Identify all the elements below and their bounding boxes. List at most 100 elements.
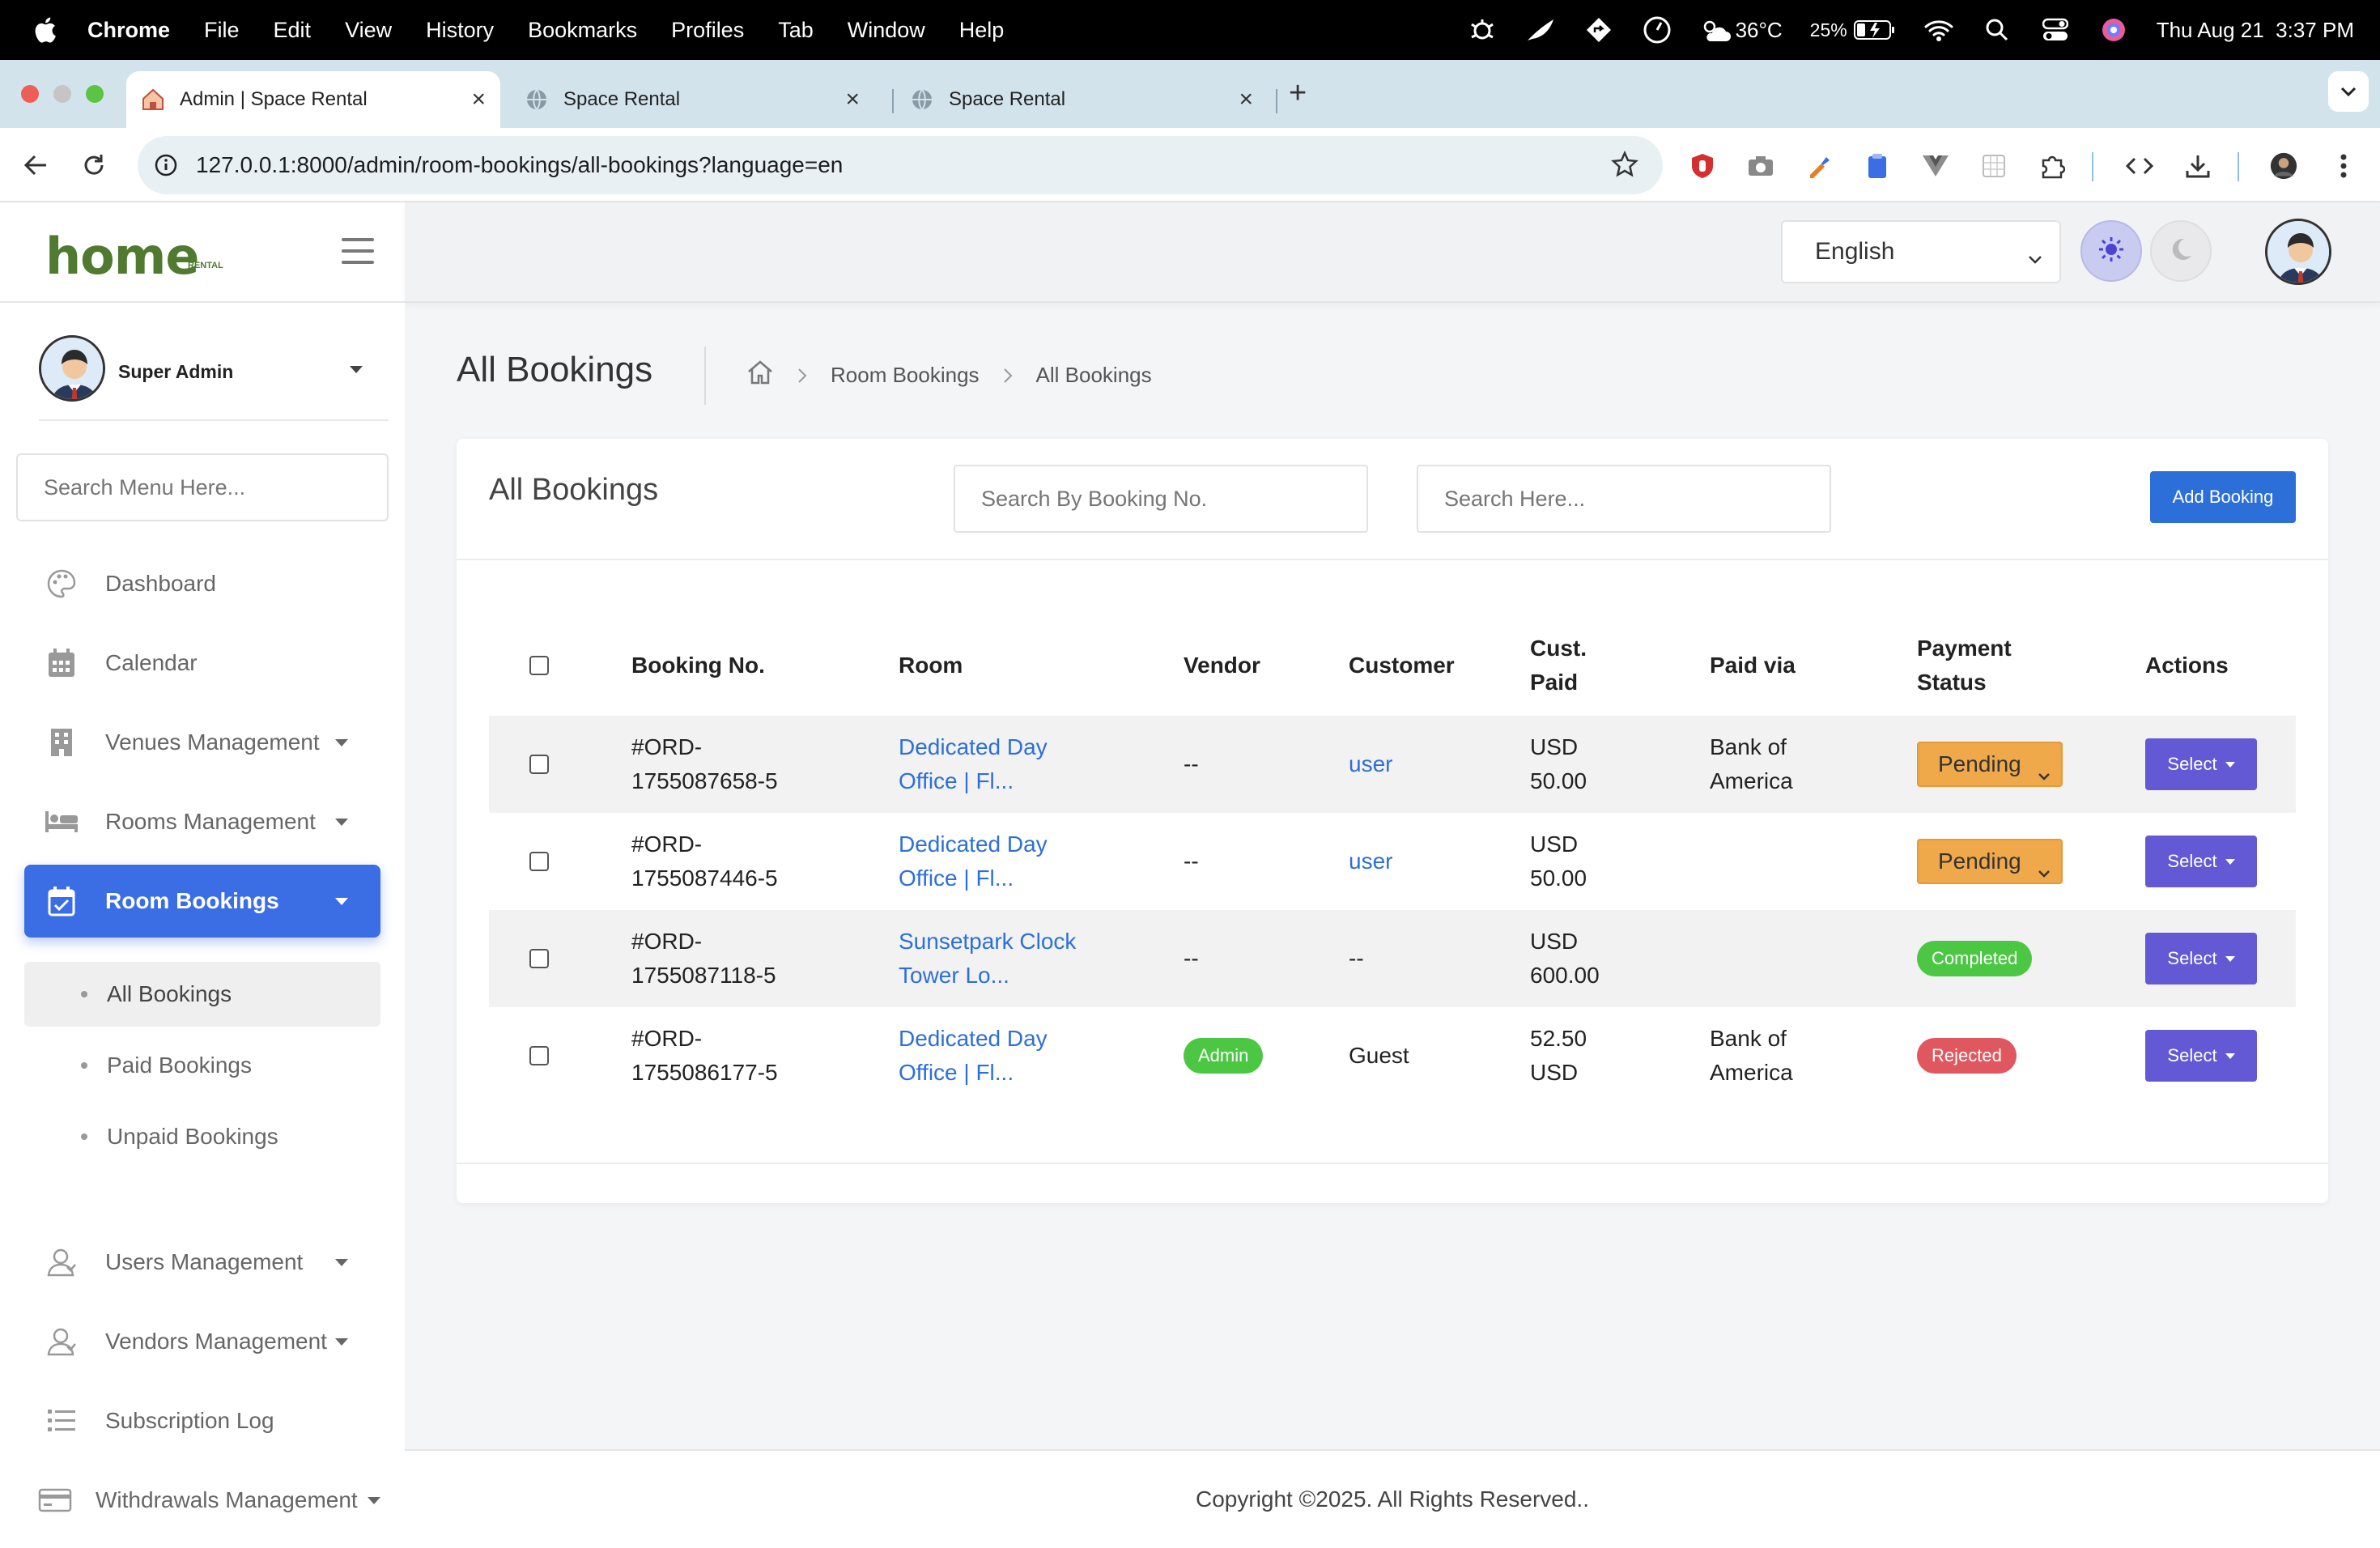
dark-mode-button[interactable] — [2150, 220, 2212, 282]
header-customer[interactable]: Customer — [1349, 615, 1455, 716]
menu-profiles[interactable]: Profiles — [671, 18, 744, 43]
window-minimize-button[interactable] — [53, 85, 71, 103]
directions-icon[interactable] — [1583, 15, 1614, 45]
payment-status-select[interactable]: Pending — [1917, 839, 2063, 884]
control-center-icon[interactable] — [2040, 15, 2071, 45]
select-all-checkbox[interactable] — [529, 656, 549, 675]
window-zoom-button[interactable] — [86, 85, 104, 103]
row-checkbox[interactable] — [529, 755, 549, 774]
sidebar-subitem-all-bookings[interactable]: All Bookings — [24, 962, 380, 1027]
cell-customer-link[interactable]: user — [1349, 813, 1392, 910]
header-booking-no[interactable]: Booking No. — [631, 615, 765, 716]
apple-icon[interactable] — [32, 16, 57, 44]
header-room[interactable]: Room — [899, 615, 963, 716]
sidebar-item-users[interactable]: Users Management — [24, 1226, 380, 1299]
site-info-icon[interactable] — [154, 153, 178, 177]
cell-customer-link[interactable]: user — [1349, 716, 1392, 813]
reload-icon[interactable] — [79, 151, 108, 180]
clipboard-icon[interactable] — [1864, 152, 1891, 180]
cell-room-link[interactable]: Dedicated Day Office | Fl... — [899, 716, 1077, 813]
menu-window[interactable]: Window — [848, 18, 925, 43]
back-arrow-icon[interactable] — [21, 151, 50, 180]
window-close-button[interactable] — [21, 85, 39, 103]
speedometer-icon[interactable] — [1642, 15, 1672, 45]
tab-close-icon[interactable]: × — [471, 86, 486, 113]
menu-view[interactable]: View — [345, 18, 392, 43]
sidebar-item-withdrawals[interactable]: Withdrawals Management — [24, 1464, 380, 1537]
tab-space-rental-2[interactable]: Space Rental × — [895, 71, 1268, 128]
battery-status[interactable]: 25% — [1810, 19, 1896, 41]
menu-tab[interactable]: Tab — [778, 18, 814, 43]
language-select[interactable]: English — [1781, 220, 2061, 283]
actions-select-button[interactable]: Select — [2145, 738, 2257, 790]
cell-room-link[interactable]: Dedicated Day Office | Fl... — [899, 1007, 1077, 1104]
grid-extension-icon[interactable] — [1980, 152, 2008, 180]
header-vendor[interactable]: Vendor — [1184, 615, 1260, 716]
header-cust-paid[interactable]: Cust. Paid — [1530, 615, 1595, 716]
sidebar-search-input[interactable] — [16, 453, 389, 521]
row-checkbox[interactable] — [529, 852, 549, 871]
menu-edit[interactable]: Edit — [274, 18, 312, 43]
puzzle-extensions-icon[interactable] — [2038, 152, 2066, 180]
actions-select-button[interactable]: Select — [2145, 1030, 2257, 1082]
light-mode-button[interactable] — [2080, 220, 2142, 282]
sidebar-item-room-bookings[interactable]: Room Bookings — [24, 865, 380, 938]
spotlight-search-icon[interactable] — [1982, 15, 2012, 45]
ublock-icon[interactable] — [1689, 152, 1716, 180]
sidebar-subitem-unpaid-bookings[interactable]: Unpaid Bookings — [24, 1104, 380, 1169]
menu-history[interactable]: History — [426, 18, 494, 43]
new-tab-icon[interactable]: + — [1289, 76, 1307, 111]
sidebar-item-subscription-log[interactable]: Subscription Log — [24, 1384, 380, 1457]
tab-close-icon[interactable]: × — [845, 86, 860, 113]
menu-app-name[interactable]: Chrome — [87, 18, 170, 43]
hamburger-menu-icon[interactable] — [342, 238, 374, 272]
actions-select-button[interactable]: Select — [2145, 933, 2257, 985]
caret-down-icon[interactable] — [350, 366, 363, 373]
chrome-menu-icon[interactable] — [2330, 152, 2357, 180]
cell-room-link[interactable]: Dedicated Day Office | Fl... — [899, 813, 1077, 910]
tab-close-icon[interactable]: × — [1239, 86, 1253, 113]
feather-icon[interactable] — [1525, 15, 1556, 45]
camera-icon[interactable] — [1747, 152, 1774, 180]
url-text[interactable]: 127.0.0.1:8000/admin/room-bookings/all-b… — [196, 152, 843, 178]
weather-widget[interactable]: 36°C — [1700, 18, 1783, 43]
vue-devtools-icon[interactable] — [1922, 152, 1949, 180]
search-input[interactable] — [1417, 465, 1831, 533]
address-bar[interactable]: 127.0.0.1:8000/admin/room-bookings/all-b… — [138, 136, 1663, 194]
payment-status-select[interactable]: Pending — [1917, 742, 2063, 787]
sidebar-item-venues[interactable]: Venues Management — [24, 706, 380, 779]
sidebar-item-dashboard[interactable]: Dashboard — [24, 547, 380, 620]
booking-number-search-input[interactable] — [954, 465, 1368, 533]
row-checkbox[interactable] — [529, 949, 549, 968]
siri-icon[interactable] — [2098, 15, 2129, 45]
brand-logo[interactable]: home — [45, 227, 199, 286]
code-icon[interactable] — [2126, 152, 2153, 180]
home-icon[interactable] — [746, 359, 774, 391]
menu-file[interactable]: File — [204, 18, 240, 43]
add-booking-button[interactable]: Add Booking — [2150, 471, 2296, 523]
actions-select-button[interactable]: Select — [2145, 836, 2257, 887]
breadcrumb-room-bookings[interactable]: Room Bookings — [831, 363, 980, 388]
sidebar-item-rooms[interactable]: Rooms Management — [24, 785, 380, 858]
sidebar-item-vendors[interactable]: Vendors Management — [24, 1305, 380, 1378]
download-icon[interactable] — [2184, 152, 2212, 180]
tab-search-icon[interactable] — [2328, 71, 2369, 112]
header-payment-status[interactable]: Payment Status — [1917, 615, 2022, 716]
sidebar-item-calendar[interactable]: Calendar — [24, 627, 380, 700]
bookmark-star-icon[interactable] — [1611, 150, 1638, 182]
color-picker-icon[interactable] — [1805, 152, 1833, 180]
menu-bookmarks[interactable]: Bookmarks — [528, 18, 637, 43]
row-checkbox[interactable] — [529, 1046, 549, 1065]
wifi-icon[interactable] — [1923, 15, 1954, 45]
tab-admin[interactable]: Admin | Space Rental × — [126, 71, 500, 128]
tab-space-rental-1[interactable]: Space Rental × — [510, 71, 874, 128]
bug-icon[interactable] — [1467, 15, 1498, 45]
profile-avatar-icon[interactable] — [2270, 152, 2297, 180]
clock[interactable]: Thu Aug 21 3:37 PM — [2157, 18, 2354, 43]
cell-room-link[interactable]: Sunsetpark Clock Tower Lo... — [899, 910, 1085, 1007]
sidebar-user[interactable]: Super Admin — [39, 335, 387, 405]
header-avatar[interactable] — [2265, 219, 2331, 285]
menu-help[interactable]: Help — [959, 18, 1005, 43]
sidebar-subitem-paid-bookings[interactable]: Paid Bookings — [24, 1033, 380, 1098]
header-paid-via[interactable]: Paid via — [1710, 615, 1796, 716]
